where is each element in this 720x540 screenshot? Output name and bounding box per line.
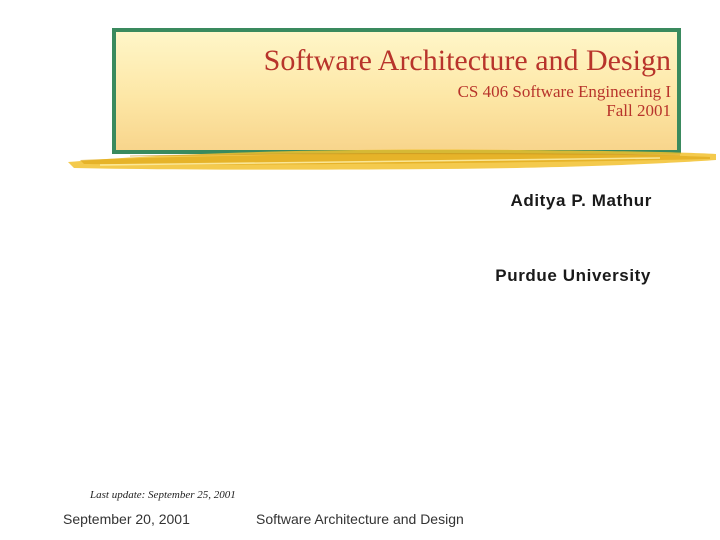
subtitle-term: Fall 2001 <box>606 101 671 120</box>
footer-title: Software Architecture and Design <box>256 511 464 527</box>
last-update-note: Last update: September 25, 2001 <box>90 489 236 501</box>
footer-date: September 20, 2001 <box>63 511 190 527</box>
title-box: Software Architecture and Design CS 406 … <box>112 28 681 154</box>
slide-title: Software Architecture and Design <box>263 44 671 77</box>
brush-stroke-divider <box>68 149 716 170</box>
subtitle-course: CS 406 Software Engineering I <box>457 82 671 101</box>
author-name: Aditya P. Mathur <box>510 191 652 210</box>
slide-subtitle: CS 406 Software Engineering I Fall 2001 <box>458 82 671 120</box>
university-name: Purdue University <box>495 266 651 285</box>
